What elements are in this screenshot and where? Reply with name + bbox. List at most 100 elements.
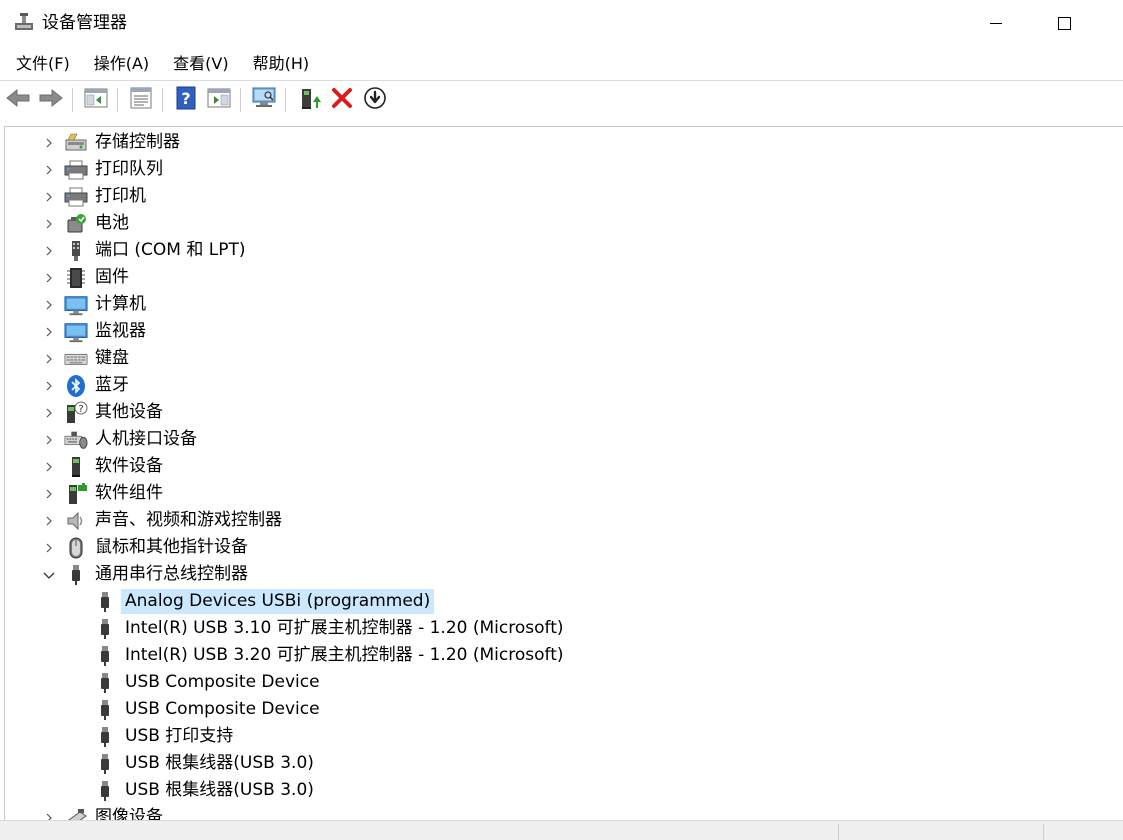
chevron-right-icon[interactable] xyxy=(39,183,59,210)
tree-node-label: 打印队列 xyxy=(95,159,163,179)
scan-hardware-changes-button[interactable] xyxy=(249,85,279,115)
tree-node-label: USB 根集线器(USB 3.0) xyxy=(125,780,314,800)
chevron-right-icon[interactable] xyxy=(39,210,59,237)
tree-node-label: 计算机 xyxy=(95,294,146,314)
title-bar: 设备管理器 xyxy=(0,0,1123,46)
tree-node-label: 存储控制器 xyxy=(95,132,180,152)
chevron-right-icon[interactable] xyxy=(39,426,59,453)
svg-text:?: ? xyxy=(78,404,83,415)
tree-node-label: 监视器 xyxy=(95,321,146,341)
menu-divider xyxy=(0,80,1123,81)
tree-node-computer[interactable]: 计算机 xyxy=(39,291,149,318)
tree-node-label: 端口 (COM 和 LPT) xyxy=(95,240,246,260)
tree-node-usb-device[interactable]: USB 根集线器(USB 3.0) xyxy=(93,777,318,804)
tree-node-software-devices[interactable]: 软件设备 xyxy=(39,453,166,480)
menu-file[interactable]: 文件(F) xyxy=(8,49,78,79)
properties-button[interactable] xyxy=(126,85,156,115)
sound-icon xyxy=(64,509,88,533)
menu-action[interactable]: 操作(A) xyxy=(86,49,157,79)
tree-node-label: 软件设备 xyxy=(95,456,163,476)
show-hide-console-tree-button[interactable] xyxy=(81,85,111,115)
tree-node-usb-device[interactable]: Intel(R) USB 3.20 可扩展主机控制器 - 1.20 (Micro… xyxy=(93,642,568,669)
device-manager-app-icon xyxy=(14,12,34,32)
maximize-button[interactable] xyxy=(1028,0,1100,46)
tree-node-usb-controllers[interactable]: 通用串行总线控制器 xyxy=(39,561,251,588)
tree-node-ports[interactable]: 端口 (COM 和 LPT) xyxy=(39,237,249,264)
tree-node-monitors[interactable]: 监视器 xyxy=(39,318,149,345)
tree-node-hid[interactable]: 人机接口设备 xyxy=(39,426,200,453)
device-tree[interactable]: 存储控制器 打印队列 打印机 电池 端口 (COM 和 LPT) 固件 计算机 … xyxy=(4,126,1123,840)
chevron-right-icon[interactable] xyxy=(39,264,59,291)
tree-node-usb-device[interactable]: USB Composite Device xyxy=(93,696,324,723)
chevron-right-icon[interactable] xyxy=(39,291,59,318)
chevron-down-icon[interactable] xyxy=(39,561,59,588)
update-driver-button[interactable] xyxy=(294,85,324,115)
tree-node-printers[interactable]: 打印机 xyxy=(39,183,149,210)
chevron-right-icon[interactable] xyxy=(39,507,59,534)
battery-icon xyxy=(64,212,88,236)
chevron-right-icon[interactable] xyxy=(39,534,59,561)
keyboard-icon xyxy=(64,347,88,371)
show-hide-action-pane-button[interactable] xyxy=(204,85,234,115)
computer-icon xyxy=(64,293,88,317)
software-component-icon xyxy=(64,482,88,506)
tree-node-label: Intel(R) USB 3.10 可扩展主机控制器 - 1.20 (Micro… xyxy=(125,618,564,638)
tree-node-label: 通用串行总线控制器 xyxy=(95,564,248,584)
uninstall-device-button[interactable] xyxy=(327,85,357,115)
chevron-right-icon[interactable] xyxy=(39,399,59,426)
usb-icon xyxy=(93,590,117,614)
tree-node-usb-device[interactable]: USB 打印支持 xyxy=(93,723,237,750)
tree-node-batteries[interactable]: 电池 xyxy=(39,210,132,237)
forward-button[interactable] xyxy=(36,85,66,115)
tree-node-label: 固件 xyxy=(95,267,129,287)
chevron-right-icon[interactable] xyxy=(39,156,59,183)
tree-node-label: 声音、视频和游戏控制器 xyxy=(95,510,282,530)
tree-node-firmware[interactable]: 固件 xyxy=(39,264,132,291)
usb-icon xyxy=(93,644,117,668)
scan-hardware-changes-icon xyxy=(251,86,277,114)
menu-bar: 文件(F) 操作(A) 查看(V) 帮助(H) xyxy=(0,48,1123,80)
tree-node-label: 人机接口设备 xyxy=(95,429,197,449)
chevron-right-icon[interactable] xyxy=(39,237,59,264)
chevron-right-icon[interactable] xyxy=(39,318,59,345)
chevron-right-icon[interactable] xyxy=(39,372,59,399)
usb-icon xyxy=(93,752,117,776)
disable-device-button[interactable] xyxy=(360,85,390,115)
menu-view[interactable]: 查看(V) xyxy=(165,49,236,79)
help-button[interactable]: ? xyxy=(171,85,201,115)
svg-text:?: ? xyxy=(181,89,190,108)
tree-node-storage-controllers[interactable]: 存储控制器 xyxy=(39,129,183,156)
uninstall-device-icon xyxy=(331,87,353,113)
port-icon xyxy=(64,239,88,263)
chevron-right-icon[interactable] xyxy=(39,345,59,372)
tree-node-mice[interactable]: 鼠标和其他指针设备 xyxy=(39,534,251,561)
tree-node-label: 电池 xyxy=(95,213,129,233)
storage-controller-icon xyxy=(64,131,88,155)
tree-node-usb-device[interactable]: USB Composite Device xyxy=(93,669,324,696)
minimize-icon xyxy=(990,22,1002,24)
menu-help[interactable]: 帮助(H) xyxy=(245,49,318,79)
tree-node-usb-device[interactable]: USB 根集线器(USB 3.0) xyxy=(93,750,318,777)
tree-node-bluetooth[interactable]: 蓝牙 xyxy=(39,372,132,399)
tree-node-keyboards[interactable]: 键盘 xyxy=(39,345,132,372)
back-button[interactable] xyxy=(3,85,33,115)
tree-node-other-devices[interactable]: ? 其他设备 xyxy=(39,399,166,426)
tree-node-software-components[interactable]: 软件组件 xyxy=(39,480,166,507)
tree-node-print-queues[interactable]: 打印队列 xyxy=(39,156,166,183)
toolbar-separator xyxy=(72,88,73,112)
toolbar-separator xyxy=(240,88,241,112)
tree-node-label: 打印机 xyxy=(95,186,146,206)
chevron-right-icon[interactable] xyxy=(39,129,59,156)
tree-node-label: 其他设备 xyxy=(95,402,163,422)
chevron-right-icon[interactable] xyxy=(39,480,59,507)
usb-icon xyxy=(64,563,88,587)
back-arrow-icon xyxy=(5,88,31,112)
maximize-icon xyxy=(1057,16,1071,30)
software-device-icon xyxy=(64,455,88,479)
tree-node-usb-device[interactable]: Intel(R) USB 3.10 可扩展主机控制器 - 1.20 (Micro… xyxy=(93,615,568,642)
tree-node-sound-video-game[interactable]: 声音、视频和游戏控制器 xyxy=(39,507,285,534)
chevron-right-icon[interactable] xyxy=(39,453,59,480)
tree-node-usb-device[interactable]: Analog Devices USBi (programmed) xyxy=(93,588,435,615)
hid-icon xyxy=(64,428,88,452)
minimize-button[interactable] xyxy=(960,0,1032,46)
